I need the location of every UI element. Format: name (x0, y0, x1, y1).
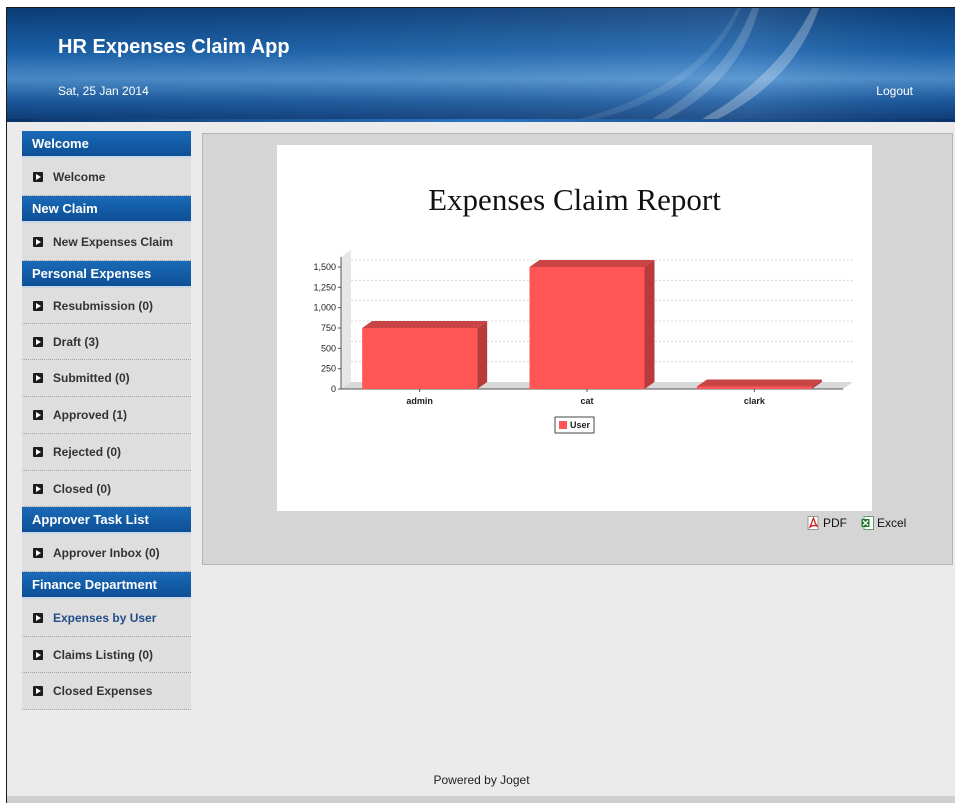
sidebar-item-approved[interactable]: Approved (1) (22, 397, 191, 434)
export-pdf-label: PDF (823, 516, 847, 530)
sidebar-item-closed-expenses[interactable]: Closed Expenses (22, 673, 191, 710)
sidebar-item-label: Expenses by User (53, 611, 157, 625)
sidebar-item-new-expenses-claim[interactable]: New Expenses Claim (22, 223, 191, 261)
arrow-bullet-icon (33, 410, 43, 420)
sidebar-item-welcome[interactable]: Welcome (22, 158, 191, 196)
arrow-bullet-icon (33, 172, 43, 182)
bar-side (644, 260, 655, 389)
x-tick-label: cat (580, 396, 593, 406)
bar-top (362, 321, 488, 328)
y-tick-label: 500 (321, 343, 336, 353)
arrow-bullet-icon (33, 337, 43, 347)
y-tick-label: 750 (321, 323, 336, 333)
sidebar-item-label: Approved (1) (53, 408, 128, 422)
y-tick-label: 1,000 (313, 303, 336, 313)
bar-side (477, 321, 488, 389)
x-tick-label: admin (406, 396, 433, 406)
sidebar-item-draft[interactable]: Draft (3) (22, 324, 191, 360)
x-tick-label: clark (744, 396, 766, 406)
arrow-bullet-icon (33, 650, 43, 660)
arrow-bullet-icon (33, 686, 43, 696)
bar-clark (696, 386, 812, 389)
legend-swatch (559, 421, 567, 429)
sidebar-item-label: Resubmission (0) (53, 299, 154, 313)
legend-label: User (570, 420, 591, 430)
sidebar-item-expenses-by-user[interactable]: Expenses by User (22, 599, 191, 637)
export-excel-link[interactable]: Excel (861, 516, 906, 530)
header-swoosh-decoration (7, 8, 955, 122)
header-bottom-band (7, 119, 955, 122)
sidebar-item-label: New Expenses Claim (53, 235, 174, 249)
arrow-bullet-icon (33, 447, 43, 457)
y-tick-label: 0 (331, 384, 336, 394)
logout-link[interactable]: Logout (876, 84, 913, 98)
excel-icon (861, 516, 874, 530)
sidebar-item-label: Draft (3) (53, 335, 100, 349)
arrow-bullet-icon (33, 613, 43, 623)
chart-container: Expenses Claim Report 0 250 500 750 1,000 1,2… (277, 145, 872, 511)
sidebar-item-label: Claims Listing (0) (53, 648, 154, 662)
bar-admin (362, 328, 478, 389)
section-header-finance-department: Finance Department (22, 572, 191, 599)
app-header: HR Expenses Claim App Sat, 25 Jan 2014 L… (7, 8, 955, 122)
sidebar-item-label: Closed (0) (53, 482, 112, 496)
bar-cat (529, 267, 645, 389)
report-panel: Expenses Claim Report 0 250 500 750 1,000 1,2… (202, 133, 953, 565)
sidebar-item-rejected[interactable]: Rejected (0) (22, 434, 191, 471)
section-header-new-claim: New Claim (22, 196, 191, 223)
sidebar-item-resubmission[interactable]: Resubmission (0) (22, 288, 191, 324)
y-tick-label: 250 (321, 364, 336, 374)
sidebar-item-label: Approver Inbox (0) (53, 546, 160, 560)
y-tick-label: 1,500 (313, 262, 336, 272)
arrow-bullet-icon (33, 548, 43, 558)
section-header-approver-task-list: Approver Task List (22, 507, 191, 534)
sidebar-item-label: Closed Expenses (53, 684, 153, 698)
arrow-bullet-icon (33, 373, 43, 383)
bar-top (529, 260, 655, 267)
chart-side-wall (341, 250, 351, 389)
sidebar-item-approver-inbox[interactable]: Approver Inbox (0) (22, 534, 191, 572)
sidebar-item-label: Submitted (0) (53, 371, 130, 385)
bar-chart: 0 250 500 750 1,000 1,250 1,500 admin cat clark Us… (313, 250, 853, 434)
app-window: HR Expenses Claim App Sat, 25 Jan 2014 L… (6, 7, 955, 803)
footer-bar (7, 796, 955, 803)
sidebar-item-submitted[interactable]: Submitted (0) (22, 360, 191, 397)
sidebar-menu: Welcome Welcome New Claim New Expenses C… (22, 131, 191, 710)
y-tick-label: 1,250 (313, 282, 336, 292)
arrow-bullet-icon (33, 484, 43, 494)
section-header-welcome: Welcome (22, 131, 191, 158)
sidebar-item-closed[interactable]: Closed (0) (22, 471, 191, 507)
bar-top (696, 379, 822, 387)
app-title: HR Expenses Claim App (58, 36, 290, 58)
sidebar-item-claims-listing[interactable]: Claims Listing (0) (22, 637, 191, 673)
arrow-bullet-icon (33, 237, 43, 247)
sidebar-item-label: Rejected (0) (53, 445, 122, 459)
current-date: Sat, 25 Jan 2014 (58, 84, 149, 98)
export-excel-label: Excel (877, 516, 907, 530)
pdf-icon (807, 516, 819, 530)
footer-text: Powered by Joget (433, 773, 530, 787)
sidebar-item-label: Welcome (53, 170, 106, 184)
section-header-personal-expenses: Personal Expenses (22, 261, 191, 288)
arrow-bullet-icon (33, 301, 43, 311)
export-pdf-link[interactable]: PDF (807, 516, 847, 530)
